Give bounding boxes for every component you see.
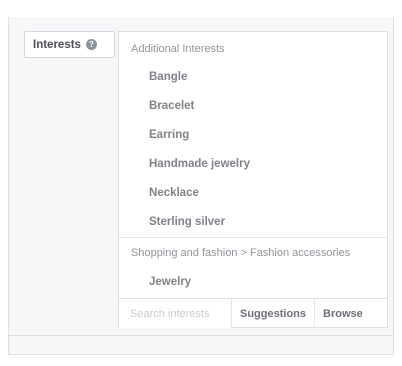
interests-dropdown: Additional Interests Bangle Bracelet Ear…: [118, 31, 388, 328]
group-divider: [119, 237, 387, 238]
info-icon[interactable]: ?: [85, 39, 97, 50]
interest-item-handmade-jewelry[interactable]: Handmade jewelry: [149, 158, 250, 170]
interest-item-bangle[interactable]: Bangle: [149, 71, 187, 83]
group-header-fashion-accessories: Shopping and fashion > Fashion accessori…: [131, 247, 351, 259]
group-header-additional-interests: Additional Interests: [131, 43, 225, 55]
browse-button[interactable]: Browse: [315, 299, 371, 328]
interest-item-earring[interactable]: Earring: [149, 129, 189, 141]
interest-item-bracelet[interactable]: Bracelet: [149, 100, 194, 112]
interest-item-jewelry[interactable]: Jewelry: [149, 276, 191, 288]
interest-item-sterling-silver[interactable]: Sterling silver: [149, 216, 225, 228]
interests-label: Interests: [33, 38, 81, 51]
suggestions-button[interactable]: Suggestions: [232, 299, 314, 328]
search-interests-input[interactable]: [119, 299, 231, 328]
dropdown-footer: Suggestions Browse: [119, 298, 387, 328]
interests-field-label: Interests ?: [24, 31, 115, 58]
interest-item-necklace[interactable]: Necklace: [149, 187, 199, 199]
panel-divider: [9, 335, 393, 336]
